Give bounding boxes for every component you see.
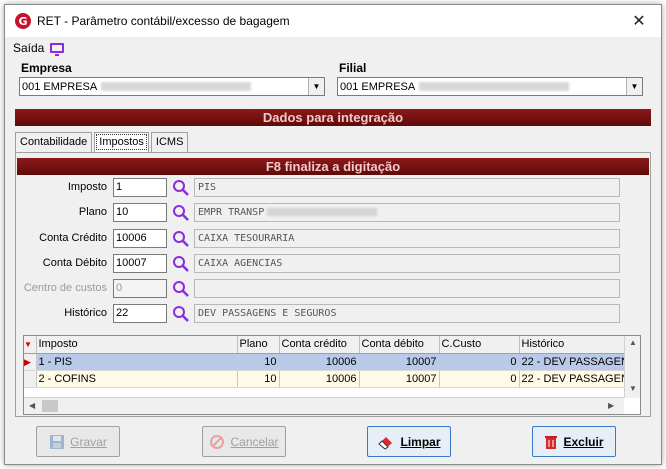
eraser-icon [378,436,393,450]
search-icon[interactable] [172,179,190,197]
search-icon[interactable] [172,255,190,273]
col-conta-credito[interactable]: Conta crédito [279,336,360,354]
table-row[interactable]: ▶ 1 - PIS 10 10006 10007 0 22 - DEV PASS… [24,353,640,371]
vertical-scrollbar[interactable]: ▲ ▼ [624,336,640,398]
close-button[interactable]: ✕ [617,5,661,37]
conta-credito-input[interactable]: 10006 [113,229,167,248]
limpar-button[interactable]: Limpar [367,426,451,457]
section-integration: Dados para integração [15,109,651,126]
sort-indicator-icon[interactable]: ▼ [24,336,37,354]
cell-ccusto: 0 [439,353,520,371]
grid-header-row: ▼ Imposto Plano Conta crédito Conta débi… [24,336,640,354]
centro-custos-label: Centro de custos [23,282,107,294]
empresa-label: Empresa [21,61,72,75]
horizontal-scrollbar[interactable]: ◀ ▶ [24,397,624,414]
cell-historico: 22 - DEV PASSAGENS [519,353,640,371]
centro-custos-desc [194,279,620,298]
cancelar-button[interactable]: Cancelar [202,426,286,457]
row-indicator [24,370,37,388]
imposto-desc: PIS [194,178,620,197]
scroll-left-icon[interactable]: ◀ [29,401,35,410]
row-pointer-icon: ▶ [24,353,37,371]
scroll-down-icon[interactable]: ▼ [629,384,637,393]
cell-ccusto: 0 [439,370,520,388]
excluir-button[interactable]: Excluir [532,426,616,457]
col-ccusto[interactable]: C.Custo [439,336,520,354]
cell-plano: 10 [237,353,280,371]
empresa-value: 001 EMPRESA [22,80,98,93]
plano-desc-text: EMPR TRANSP [198,207,265,218]
monitor-icon[interactable] [50,43,65,56]
tab-icms[interactable]: ICMS [150,132,189,152]
floppy-disk-icon [50,434,65,449]
table-row[interactable]: 2 - COFINS 10 10006 10007 0 22 - DEV PAS… [24,370,640,388]
cancelar-label: Cancelar [230,434,279,449]
empresa-select[interactable]: 001 EMPRESA ▼ [19,77,325,96]
search-icon[interactable] [172,280,190,298]
excluir-label: Excluir [563,434,604,449]
tab-strip: Contabilidade Impostos ICMS [15,132,190,152]
plano-input[interactable]: 10 [113,203,167,222]
col-conta-debito[interactable]: Conta débito [359,336,440,354]
cell-conta-credito: 10006 [279,353,360,371]
chevron-down-icon[interactable]: ▼ [626,78,642,95]
plano-desc: EMPR TRANSP [194,203,620,222]
window-title: RET - Parâmetro contábil/excesso de baga… [37,14,290,28]
conta-debito-label: Conta Débito [42,257,107,269]
section-f8-title: F8 finaliza a digitação [265,159,401,174]
search-icon[interactable] [172,230,190,248]
search-icon[interactable] [172,305,190,323]
cell-conta-debito: 10007 [359,370,440,388]
conta-debito-input[interactable]: 10007 [113,254,167,273]
centro-custos-input[interactable]: 0 [113,279,167,298]
historico-desc: DEV PASSAGENS E SEGUROS [194,304,620,323]
section-integration-title: Dados para integração [262,110,404,125]
cancel-icon [210,434,225,449]
menu-saida[interactable]: Saída [13,41,44,55]
cell-imposto: 1 - PIS [36,353,238,371]
gravar-label: Gravar [70,434,107,449]
limpar-label: Limpar [400,434,441,449]
imposto-input[interactable]: 1 [113,178,167,197]
search-icon[interactable] [172,204,190,222]
cell-conta-debito: 10007 [359,353,440,371]
cell-historico: 22 - DEV PASSAGENS [519,370,640,388]
col-historico[interactable]: Histórico [519,336,640,354]
cell-conta-credito: 10006 [279,370,360,388]
filial-value: 001 EMPRESA [340,80,416,93]
grid-table: ▼ Imposto Plano Conta crédito Conta débi… [24,336,640,388]
app-logo-icon: G [15,13,31,29]
tab-contabilidade[interactable]: Contabilidade [15,132,93,152]
impostos-grid[interactable]: ▼ Imposto Plano Conta crédito Conta débi… [23,335,641,415]
filial-label: Filial [339,61,367,75]
conta-credito-desc: CAIXA TESOURARIA [194,229,620,248]
scroll-thumb[interactable] [42,400,58,412]
cell-plano: 10 [237,370,280,388]
scroll-up-icon[interactable]: ▲ [629,338,637,347]
app-window: G RET - Parâmetro contábil/excesso de ba… [4,4,662,465]
section-f8: F8 finaliza a digitação [17,158,649,175]
trash-icon [545,435,558,449]
plano-label: Plano [78,206,107,218]
title-bar: G RET - Parâmetro contábil/excesso de ba… [5,5,661,37]
imposto-label: Imposto [67,181,107,193]
cell-imposto: 2 - COFINS [36,370,238,388]
menu-bar: Saída [13,39,65,57]
filial-select[interactable]: 001 EMPRESA ▼ [337,77,643,96]
historico-input[interactable]: 22 [113,304,167,323]
historico-label: Histórico [64,307,107,319]
col-imposto[interactable]: Imposto [36,336,238,354]
conta-debito-desc: CAIXA AGENCIAS [194,254,620,273]
scroll-right-icon[interactable]: ▶ [608,401,614,410]
gravar-button[interactable]: Gravar [36,426,120,457]
chevron-down-icon[interactable]: ▼ [308,78,324,95]
conta-credito-label: Conta Crédito [39,232,107,244]
tab-impostos[interactable]: Impostos [94,132,149,152]
col-plano[interactable]: Plano [237,336,280,354]
